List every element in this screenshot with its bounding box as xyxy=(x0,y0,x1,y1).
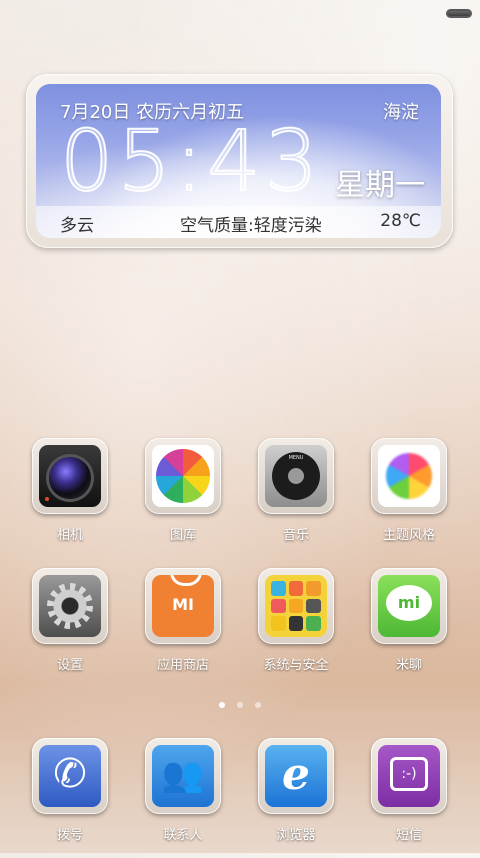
app-label: 短信 xyxy=(395,828,422,843)
music-icon: MENU xyxy=(265,445,327,507)
app-label: 音乐 xyxy=(282,528,309,543)
weekday-label: 星期一 xyxy=(335,168,425,203)
app-tile xyxy=(371,438,447,514)
status-bar xyxy=(0,0,480,26)
app-tile: :-) xyxy=(371,738,447,814)
dock-sms[interactable]: :-) 短信 xyxy=(353,738,465,858)
app-tile: e xyxy=(258,738,334,814)
app-settings[interactable]: 设置 xyxy=(14,568,126,688)
weather-bar: 多云 空气质量:轻度污染 28℃ xyxy=(36,206,441,238)
app-store-icon: MI xyxy=(152,575,214,637)
app-label: 相机 xyxy=(56,528,83,543)
city-label: 海淀 xyxy=(383,102,419,123)
dock-browser[interactable]: e 浏览器 xyxy=(240,738,352,858)
temperature: 28℃ xyxy=(380,211,421,231)
michat-logo-text: mi xyxy=(397,593,421,612)
page-dot-active xyxy=(219,702,225,708)
app-label: 图库 xyxy=(169,528,196,543)
phone-icon: ✆ xyxy=(39,745,101,807)
app-camera[interactable]: 相机 xyxy=(14,438,126,558)
music-menu-text: MENU xyxy=(288,455,304,461)
contacts-icon: 👥 xyxy=(152,745,214,807)
clock-time: 05:43 xyxy=(59,112,323,210)
app-security[interactable]: 系统与安全 xyxy=(240,568,352,688)
app-label: 浏览器 xyxy=(276,828,316,843)
browser-icon: e xyxy=(265,745,327,807)
gallery-icon xyxy=(152,445,214,507)
app-label: 主题风格 xyxy=(382,528,435,543)
app-theme[interactable]: 主题风格 xyxy=(353,438,465,558)
sms-face-text: :-) xyxy=(390,757,428,791)
app-tile xyxy=(32,438,108,514)
page-dot xyxy=(255,702,261,708)
dock-phone[interactable]: ✆ 拨号 xyxy=(14,738,126,858)
michat-icon: mi xyxy=(378,575,440,637)
app-tile: MENU xyxy=(258,438,334,514)
app-label: 系统与安全 xyxy=(263,658,329,673)
app-tile: MI xyxy=(145,568,221,644)
dock-contacts[interactable]: 👥 联系人 xyxy=(127,738,239,858)
air-quality: 空气质量:轻度污染 xyxy=(180,216,322,236)
app-tile xyxy=(32,568,108,644)
app-label: 拨号 xyxy=(56,828,83,843)
store-logo-text: MI xyxy=(172,595,194,614)
page-dot xyxy=(237,702,243,708)
weather-condition: 多云 xyxy=(60,216,94,236)
camera-icon xyxy=(39,445,101,507)
sms-icon: :-) xyxy=(378,745,440,807)
clock-weather-widget[interactable]: 7月20日 农历六月初五 海淀 05:43 星期一 多云 空气质量:轻度污染 2… xyxy=(26,74,453,248)
app-label: 应用商店 xyxy=(156,658,209,673)
app-michat[interactable]: mi 米聊 xyxy=(353,568,465,688)
app-tile: 👥 xyxy=(145,738,221,814)
app-label: 设置 xyxy=(56,658,83,673)
theme-icon xyxy=(378,445,440,507)
battery-icon xyxy=(446,9,472,18)
app-tile xyxy=(145,438,221,514)
app-tile xyxy=(258,568,334,644)
security-icon xyxy=(265,575,327,637)
app-store[interactable]: MI 应用商店 xyxy=(127,568,239,688)
widget-screen: 7月20日 农历六月初五 海淀 05:43 星期一 多云 空气质量:轻度污染 2… xyxy=(36,84,441,238)
app-label: 米聊 xyxy=(395,658,422,673)
app-tile: ✆ xyxy=(32,738,108,814)
app-gallery[interactable]: 图库 xyxy=(127,438,239,558)
page-indicator xyxy=(0,702,480,712)
app-label: 联系人 xyxy=(163,828,203,843)
app-tile: mi xyxy=(371,568,447,644)
app-music[interactable]: MENU 音乐 xyxy=(240,438,352,558)
settings-icon xyxy=(39,575,101,637)
